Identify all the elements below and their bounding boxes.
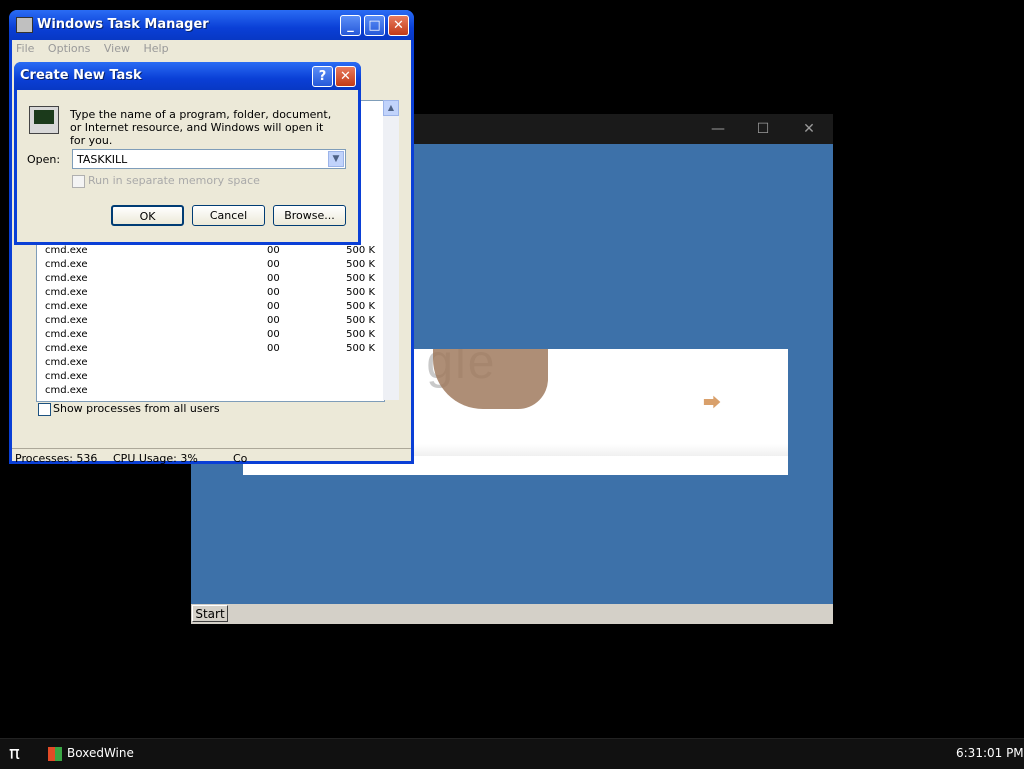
process-mem: 500 K (346, 329, 375, 340)
clock: 6:31:01 PM (956, 746, 1024, 760)
monitor-screen (34, 110, 54, 124)
process-mem: 500 K (346, 273, 375, 284)
maximize-icon[interactable]: ☐ (754, 120, 772, 138)
process-list-scrollbar[interactable]: ▲ (383, 100, 399, 400)
process-cpu: 00 (267, 273, 280, 284)
wine-glass-icon (48, 747, 62, 761)
task-manager-titlebar[interactable]: Windows Task Manager _ □ ✕ (9, 10, 414, 40)
menu-bar: File Options View Help (16, 42, 179, 60)
dialog-message: Type the name of a program, folder, docu… (70, 108, 332, 147)
show-all-checkbox[interactable] (38, 403, 51, 416)
minimize-icon[interactable]: — (709, 120, 727, 138)
process-row[interactable]: cmd.exe 00 500 K (45, 342, 375, 356)
share-icon[interactable]: ⮕ (703, 389, 721, 415)
status-bar: Processes: 536 CPU Usage: 3% Co (12, 448, 411, 465)
chevron-down-icon[interactable]: ▼ (328, 151, 344, 167)
computer-icon (16, 17, 33, 33)
dialog-title: Create New Task (20, 68, 142, 83)
taskbar-app-boxedwine[interactable]: BoxedWine (67, 746, 134, 760)
process-row[interactable]: cmd.exe 00 500 K (45, 244, 375, 258)
process-cpu: 00 (267, 343, 280, 354)
close-button[interactable]: ✕ (335, 66, 356, 87)
host-taskbar: π BoxedWine 6:31:01 PM (0, 738, 1024, 769)
open-label: Open: (27, 153, 61, 166)
cancel-button[interactable]: Cancel (192, 205, 265, 226)
separate-memory-label: Run in separate memory space (88, 174, 260, 187)
process-name: cmd.exe (45, 315, 88, 326)
close-button[interactable]: ✕ (388, 15, 409, 36)
help-button[interactable]: ? (312, 66, 333, 87)
dialog-titlebar[interactable]: Create New Task ? ✕ (14, 62, 361, 90)
process-cpu: 00 (267, 329, 280, 340)
process-cpu: 00 (267, 259, 280, 270)
process-mem: 500 K (346, 343, 375, 354)
process-mem: 500 K (346, 245, 375, 256)
start-button[interactable]: Start (192, 605, 228, 622)
process-name: cmd.exe (45, 245, 88, 256)
process-row[interactable]: cmd.exe (45, 384, 375, 398)
status-cpu: CPU Usage: 3% (113, 452, 198, 465)
browse-button[interactable]: Browse... (273, 205, 346, 226)
process-cpu: 00 (267, 315, 280, 326)
process-cpu: 00 (267, 287, 280, 298)
open-input-value[interactable]: TASKKILL (77, 153, 127, 166)
guest-taskbar: Start (191, 604, 833, 624)
show-all-label: Show processes from all users (53, 402, 220, 415)
close-icon[interactable]: ✕ (800, 120, 818, 138)
process-cpu: 00 (267, 301, 280, 312)
open-combobox[interactable]: TASKKILL ▼ (72, 149, 346, 169)
status-processes: Processes: 536 (15, 452, 98, 465)
maximize-button[interactable]: □ (364, 15, 385, 36)
create-new-task-dialog: Create New Task ? ✕ Type the name of a p… (14, 62, 361, 245)
process-row[interactable]: cmd.exe 00 500 K (45, 314, 375, 328)
process-name: cmd.exe (45, 273, 88, 284)
process-row[interactable]: cmd.exe 00 500 K (45, 272, 375, 286)
process-name: cmd.exe (45, 329, 88, 340)
process-mem: 500 K (346, 301, 375, 312)
scroll-up-icon[interactable]: ▲ (383, 100, 399, 116)
process-cpu: 00 (267, 245, 280, 256)
process-row[interactable]: cmd.exe 00 500 K (45, 328, 375, 342)
separate-memory-checkbox (72, 175, 85, 188)
process-row[interactable]: cmd.exe (45, 370, 375, 384)
process-name: cmd.exe (45, 287, 88, 298)
dialog-body: Type the name of a program, folder, docu… (17, 90, 358, 242)
process-name: cmd.exe (45, 357, 88, 368)
menu-file[interactable]: File (16, 42, 34, 55)
status-commit: Co (233, 452, 248, 465)
doodle-illustration[interactable] (433, 349, 548, 409)
process-name: cmd.exe (45, 301, 88, 312)
process-name: cmd.exe (45, 343, 88, 354)
process-row[interactable]: cmd.exe 00 500 K (45, 258, 375, 272)
ok-button[interactable]: OK (111, 205, 184, 226)
run-computer-icon (29, 106, 59, 134)
process-name: cmd.exe (45, 371, 88, 382)
menu-help[interactable]: Help (143, 42, 168, 55)
process-row[interactable]: cmd.exe 00 500 K (45, 286, 375, 300)
process-name: cmd.exe (45, 259, 88, 270)
menu-options[interactable]: Options (48, 42, 90, 55)
minimize-button[interactable]: _ (340, 15, 361, 36)
process-mem: 500 K (346, 287, 375, 298)
process-mem: 500 K (346, 315, 375, 326)
menu-view[interactable]: View (104, 42, 130, 55)
process-name: cmd.exe (45, 385, 88, 396)
pi-menu-icon[interactable]: π (9, 743, 20, 764)
task-manager-title: Windows Task Manager (37, 17, 209, 32)
process-row[interactable]: cmd.exe 00 500 K (45, 300, 375, 314)
process-mem: 500 K (346, 259, 375, 270)
process-row[interactable]: cmd.exe (45, 356, 375, 370)
